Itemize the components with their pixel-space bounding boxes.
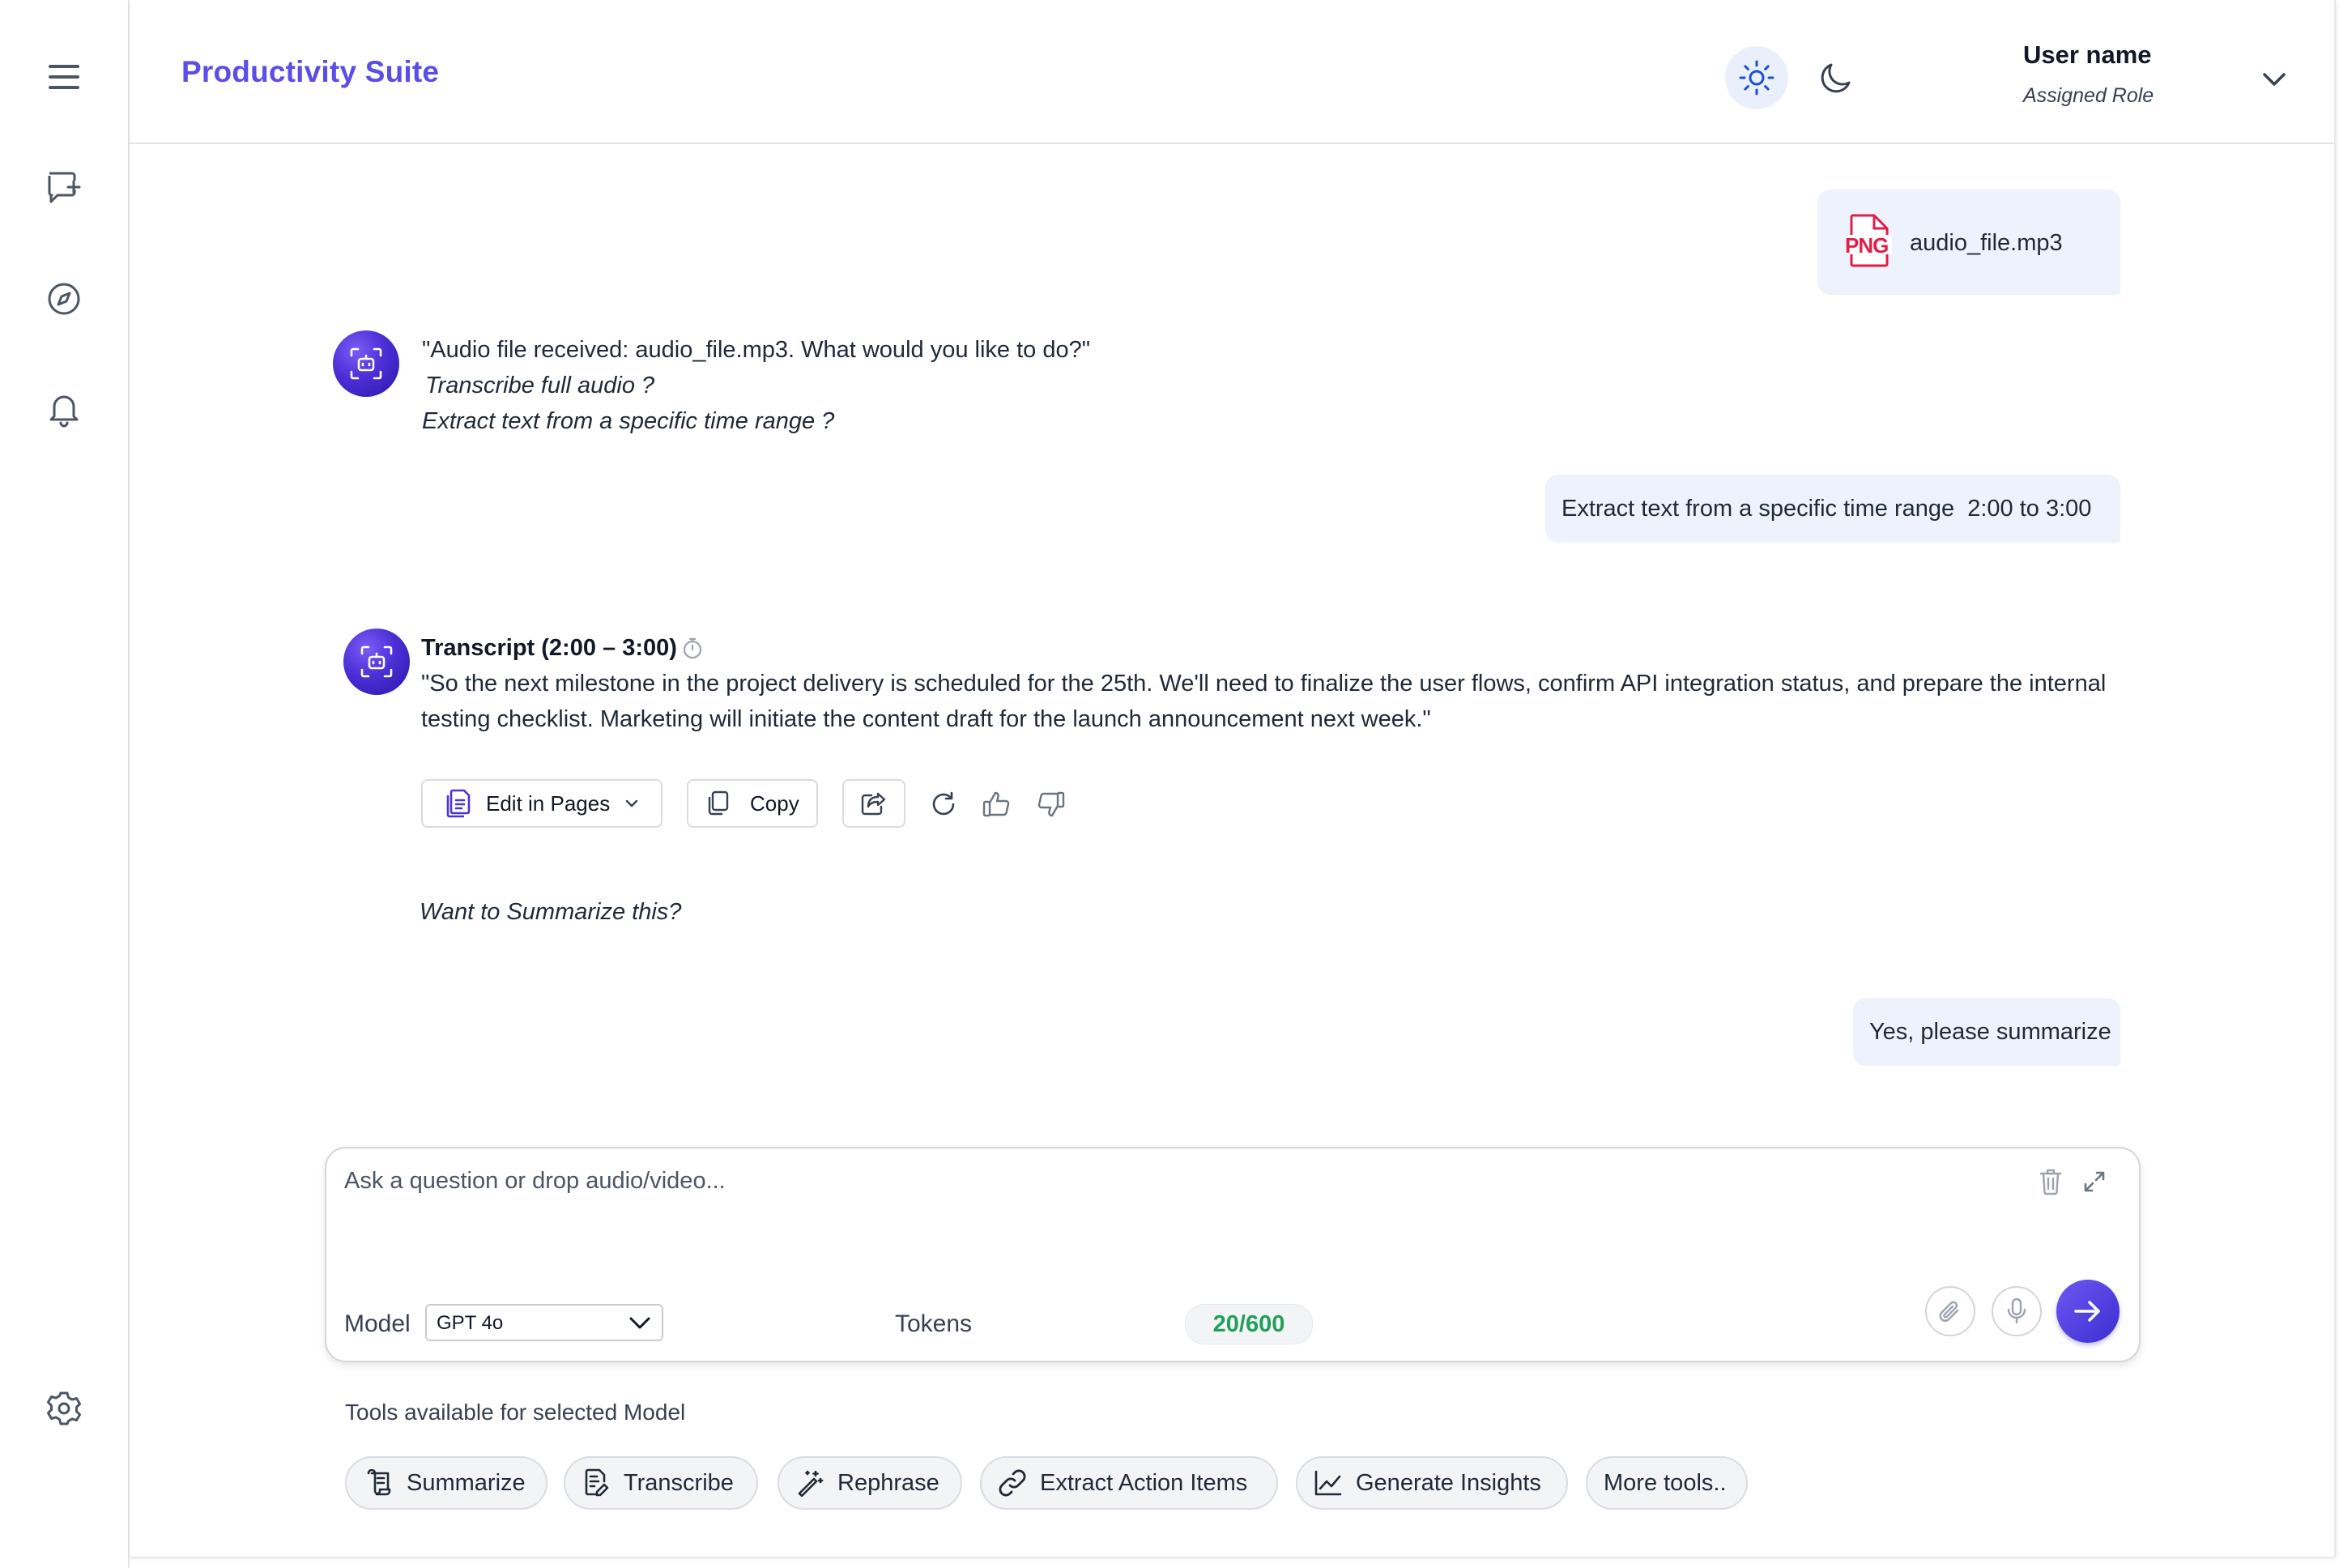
copy-button[interactable]: Copy	[687, 779, 818, 828]
microphone-button[interactable]	[1992, 1286, 2042, 1336]
pages-icon	[445, 789, 471, 818]
user-role: Assigned Role	[2023, 84, 2154, 107]
tool-rephrase[interactable]: Rephrase	[778, 1456, 962, 1510]
user-message-request: Extract text from a specific time range …	[1545, 475, 2120, 543]
delete-icon[interactable]	[2032, 1163, 2069, 1200]
new-chat-icon[interactable]	[40, 164, 87, 211]
chevron-down-icon	[626, 1310, 654, 1335]
edit-in-pages-label: Edit in Pages	[486, 790, 611, 816]
transcript-message: Transcript (2:00 – 3:00) "So the next mi…	[421, 630, 2243, 737]
bot-icon	[360, 646, 393, 678]
user-message-reply: Yes, please summarize	[1853, 998, 2120, 1066]
tool-label: More tools..	[1604, 1469, 1727, 1496]
share-button[interactable]	[842, 779, 905, 828]
microphone-icon	[2007, 1297, 2026, 1324]
tool-label: Summarize	[407, 1469, 526, 1496]
tool-label: Generate Insights	[1356, 1469, 1541, 1496]
brand-title: Productivity Suite	[181, 55, 440, 88]
arrow-right-icon	[2074, 1301, 2100, 1322]
tool-extract-action-items[interactable]: Extract Action Items	[980, 1456, 1278, 1510]
thumbs-up-icon[interactable]	[978, 786, 1016, 823]
tools-title: Tools available for selected Model	[345, 1400, 686, 1425]
document-edit-icon	[582, 1468, 611, 1498]
copy-label: Copy	[750, 790, 799, 816]
scroll-icon	[364, 1468, 394, 1498]
transcript-title: Transcript (2:00 – 3:00)	[421, 635, 677, 661]
share-icon	[861, 792, 886, 816]
model-value: GPT 4o	[437, 1312, 504, 1334]
model-label: Model	[344, 1310, 411, 1337]
timer-icon	[682, 637, 703, 659]
model-select[interactable]: GPT 4o	[425, 1304, 663, 1341]
copy-icon	[706, 790, 731, 816]
tool-label: Rephrase	[837, 1469, 939, 1496]
magic-wand-icon	[795, 1468, 824, 1498]
user-name: User name	[2023, 40, 2152, 69]
summarize-suggestion[interactable]: Want to Summarize this?	[420, 894, 681, 930]
assistant-avatar	[333, 330, 399, 397]
user-menu-chevron-icon[interactable]	[2256, 62, 2292, 97]
transcript-line-2: testing checklist. Marketing will initia…	[421, 706, 1431, 732]
user-request-text: Extract text from a specific time range …	[1561, 496, 2092, 522]
user-reply-text: Yes, please summarize	[1869, 1019, 2111, 1045]
tool-summarize[interactable]: Summarize	[345, 1456, 547, 1510]
sun-icon	[1739, 60, 1774, 96]
bot-icon	[350, 347, 382, 380]
header: Productivity Suite User name Assigned Ro…	[130, 0, 2334, 144]
attach-button[interactable]	[1925, 1286, 1975, 1336]
menu-icon[interactable]	[40, 53, 87, 100]
transcript-line-1: "So the next milestone in the project de…	[421, 671, 2107, 697]
message-input[interactable]	[343, 1166, 1966, 1234]
line-chart-icon	[1314, 1468, 1343, 1498]
notifications-icon[interactable]	[40, 386, 87, 432]
tool-label: Extract Action Items	[1040, 1469, 1248, 1496]
assistant-message: "Audio file received: audio_file.mp3. Wh…	[422, 332, 1090, 439]
link-icon	[998, 1468, 1027, 1498]
file-name: audio_file.mp3	[1910, 230, 2063, 256]
send-button[interactable]	[2056, 1280, 2120, 1343]
option-transcribe-full[interactable]: Transcribe full audio ?	[422, 368, 1090, 403]
expand-icon[interactable]	[2076, 1163, 2113, 1200]
settings-icon[interactable]	[40, 1385, 87, 1432]
assistant-avatar	[343, 628, 410, 695]
tool-label: Transcribe	[624, 1469, 734, 1496]
edit-in-pages-button[interactable]: Edit in Pages	[421, 779, 663, 828]
tool-generate-insights[interactable]: Generate Insights	[1296, 1456, 1568, 1510]
explore-icon[interactable]	[40, 275, 87, 322]
assistant-prompt-text: "Audio file received: audio_file.mp3. Wh…	[422, 337, 1090, 363]
file-attachment-bubble[interactable]: PNG audio_file.mp3	[1817, 190, 2120, 295]
moon-icon	[1821, 63, 1851, 93]
tokens-label: Tokens	[895, 1310, 973, 1337]
dark-mode-button[interactable]	[1804, 46, 1868, 109]
file-icon: PNG	[1845, 214, 1892, 267]
chevron-down-icon	[623, 795, 641, 812]
tool-more-tools[interactable]: More tools..	[1586, 1456, 1748, 1510]
thumbs-down-icon[interactable]	[1032, 786, 1069, 823]
main-panel: Productivity Suite User name Assigned Ro…	[130, 0, 2336, 1557]
light-mode-button[interactable]	[1725, 46, 1788, 109]
file-type-badge: PNG	[1845, 233, 1889, 258]
paperclip-icon	[1939, 1301, 1959, 1322]
tokens-count: 20/600	[1185, 1304, 1313, 1344]
tool-transcribe[interactable]: Transcribe	[564, 1456, 758, 1510]
option-extract-range[interactable]: Extract text from a specific time range …	[422, 403, 1090, 439]
regenerate-icon[interactable]	[925, 786, 962, 823]
sidebar	[0, 0, 130, 1568]
composer: Model GPT 4o Tokens 20/600	[325, 1147, 2141, 1362]
